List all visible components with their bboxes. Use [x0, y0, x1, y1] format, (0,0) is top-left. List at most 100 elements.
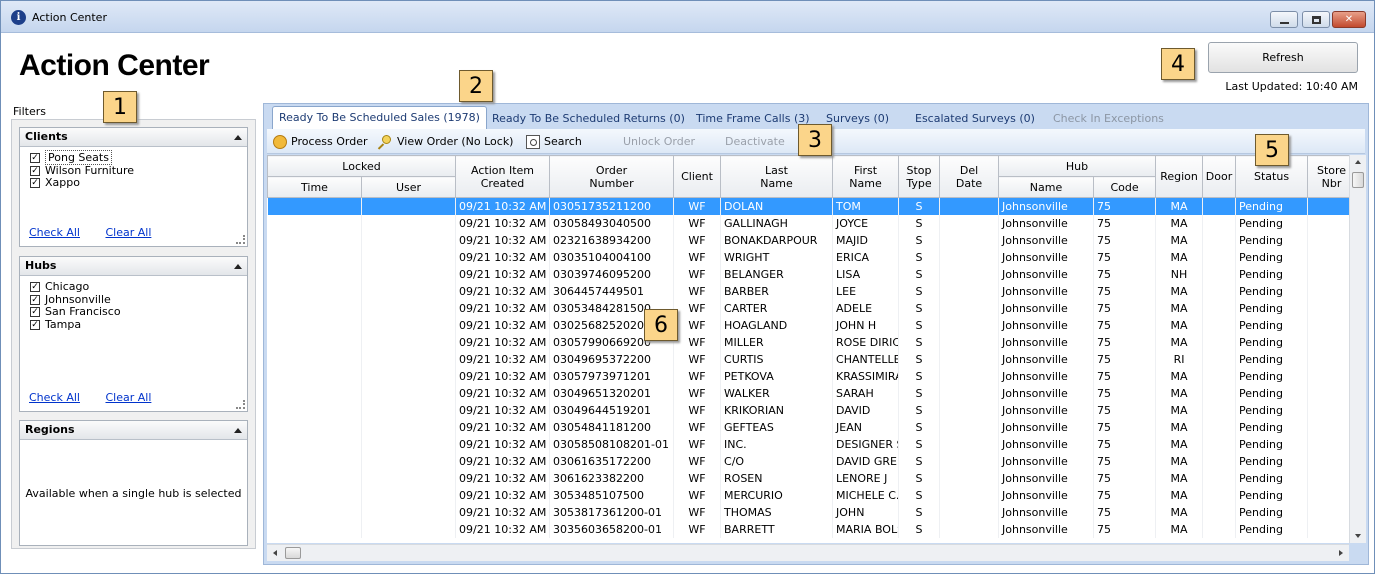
- table-row[interactable]: 09/21 10:32 AM 03049695372200 WF CURTIS CHAN…: [267, 350, 1349, 368]
- table-row[interactable]: 09/21 10:32 AM 03025682520201 WF HOAGLAND JO…: [267, 316, 1349, 334]
- checkbox-checked-icon[interactable]: ✓: [30, 319, 40, 330]
- view-order-button[interactable]: View Order (No Lock): [377, 135, 513, 150]
- close-button[interactable]: ✕: [1332, 11, 1366, 28]
- close-icon: ✕: [1344, 14, 1354, 25]
- resize-grip-icon[interactable]: [236, 235, 245, 244]
- region-column-header[interactable]: Region: [1155, 155, 1204, 198]
- title-bar[interactable]: i Action Center ✕: [1, 1, 1374, 33]
- table-row[interactable]: 09/21 10:32 AM 03053484281500 WF CARTER ADEL…: [267, 299, 1349, 317]
- table-cell: TOM: [832, 197, 900, 215]
- del-date-column-header[interactable]: Del Date: [939, 155, 1000, 198]
- table-row[interactable]: 09/21 10:32 AM 03061635172200 WF C/O DAVID G…: [267, 452, 1349, 470]
- table-cell: S: [898, 503, 941, 521]
- table-cell: S: [898, 316, 941, 334]
- table-row[interactable]: 09/21 10:32 AM 3061623382200 WF ROSEN LENORE…: [267, 469, 1349, 487]
- client-column-header[interactable]: Client: [673, 155, 722, 198]
- checkbox-checked-icon[interactable]: ✓: [30, 165, 40, 176]
- door-column-header[interactable]: Door: [1202, 155, 1237, 198]
- checkbox-checked-icon[interactable]: ✓: [30, 282, 40, 292]
- table-row[interactable]: 09/21 10:32 AM 03049651320201 WF WALKER SARA…: [267, 384, 1349, 402]
- first-name-column-header[interactable]: First Name: [832, 155, 900, 198]
- table-cell: BARBER: [720, 282, 834, 300]
- resize-grip-icon[interactable]: [236, 400, 245, 409]
- table-row[interactable]: 09/21 10:32 AM 3053485107500 WF MERCURIO MIC…: [267, 486, 1349, 504]
- table-row[interactable]: 09/21 10:32 AM 03057973971201 WF PETKOVA KRA…: [267, 367, 1349, 385]
- horizontal-scroll-thumb[interactable]: [285, 547, 301, 559]
- regions-header[interactable]: Regions: [20, 421, 247, 440]
- locked-user-column-header[interactable]: User: [360, 176, 457, 198]
- checkbox-checked-icon[interactable]: ✓: [30, 178, 40, 188]
- table-row[interactable]: 09/21 10:32 AM 03054841181200 WF GEFTEAS JEA…: [267, 418, 1349, 436]
- table-cell: [1307, 418, 1349, 436]
- table-cell: WF: [673, 214, 722, 232]
- tab-time-frame-calls[interactable]: Time Frame Calls (3): [690, 110, 816, 129]
- created-column-header[interactable]: Action Item Created: [455, 155, 551, 198]
- table-cell: S: [898, 520, 941, 538]
- hub-code-column-header[interactable]: Code: [1093, 176, 1157, 198]
- checkbox-checked-icon[interactable]: ✓: [30, 307, 40, 317]
- stop-type-column-header[interactable]: Stop Type: [898, 155, 941, 198]
- table-cell: NH: [1155, 265, 1204, 283]
- vertical-scroll-thumb[interactable]: [1352, 172, 1364, 188]
- hubs-clear-all-link[interactable]: Clear All: [105, 391, 151, 404]
- table-row[interactable]: 09/21 10:32 AM 03039746095200 WF BELANGER LI…: [267, 265, 1349, 283]
- last-name-column-header[interactable]: Last Name: [720, 155, 834, 198]
- scroll-right-icon[interactable]: [1339, 550, 1343, 556]
- tab-ready-sales[interactable]: Ready To Be Scheduled Sales (1978): [272, 106, 487, 130]
- order-number-column-header[interactable]: Order Number: [549, 155, 675, 198]
- table-cell: 75: [1093, 520, 1157, 538]
- process-order-button[interactable]: Process Order: [273, 135, 367, 149]
- hub-item-tampa[interactable]: ✓ Tampa: [30, 318, 247, 332]
- table-row[interactable]: 09/21 10:32 AM 3035603658200-01 WF BARRETT M…: [267, 520, 1349, 538]
- locked-group-header: Locked: [267, 155, 457, 177]
- table-cell: Pending: [1235, 316, 1309, 334]
- table-cell: S: [898, 214, 941, 232]
- table-cell: 75: [1093, 435, 1157, 453]
- table-cell: [1202, 435, 1237, 453]
- table-row[interactable]: 09/21 10:32 AM 02321638934200 WF BONAKDARPO…: [267, 231, 1349, 249]
- table-cell: Pending: [1235, 299, 1309, 317]
- hubs-header[interactable]: Hubs: [20, 257, 247, 276]
- table-cell: MA: [1155, 214, 1204, 232]
- checkbox-checked-icon[interactable]: ✓: [30, 153, 40, 163]
- table-cell: Pending: [1235, 350, 1309, 368]
- tab-ready-returns[interactable]: Ready To Be Scheduled Returns (0): [486, 110, 691, 129]
- table-cell: Johnsonville: [998, 452, 1095, 470]
- table-cell: [267, 265, 362, 283]
- clients-clear-all-link[interactable]: Clear All: [105, 226, 151, 239]
- scroll-up-icon[interactable]: [1355, 160, 1361, 164]
- horizontal-scrollbar[interactable]: [267, 544, 1349, 561]
- table-row[interactable]: 09/21 10:32 AM 03035104004100 WF WRIGHT ERIC…: [267, 248, 1349, 266]
- table-row[interactable]: 09/21 10:32 AM 03057990669200 WF MILLER ROSE…: [267, 333, 1349, 351]
- maximize-button[interactable]: [1302, 11, 1330, 28]
- hub-name-column-header[interactable]: Name: [998, 176, 1095, 198]
- minimize-button[interactable]: [1270, 11, 1298, 28]
- scroll-down-icon[interactable]: [1355, 534, 1361, 538]
- hubs-check-all-link[interactable]: Check All: [29, 391, 80, 404]
- clients-check-all-link[interactable]: Check All: [29, 226, 80, 239]
- client-item-xappo[interactable]: ✓ Xappo: [30, 176, 247, 190]
- window-title: Action Center: [32, 11, 107, 24]
- scroll-left-icon[interactable]: [273, 550, 277, 556]
- table-cell: CARTER: [720, 299, 834, 317]
- vertical-scrollbar[interactable]: [1349, 155, 1366, 543]
- table-row[interactable]: 09/21 10:32 AM 3064457449501 WF BARBER LEE S J…: [267, 282, 1349, 300]
- table-cell: [1307, 265, 1349, 283]
- table-row[interactable]: 09/21 10:32 AM 03049644519201 WF KRIKORIAN D…: [267, 401, 1349, 419]
- clients-header[interactable]: Clients: [20, 128, 247, 147]
- table-row[interactable]: 09/21 10:32 AM 03058493040500 WF GALLINAGH J…: [267, 214, 1349, 232]
- search-button[interactable]: Search: [526, 135, 582, 149]
- orders-grid[interactable]: Locked Action Item Created Order Number Cl…: [267, 155, 1349, 543]
- table-row[interactable]: 09/21 10:32 AM 3053817361200-01 WF THOMAS JO…: [267, 503, 1349, 521]
- table-row[interactable]: 09/21 10:32 AM 03051735211200 WF DOLAN TOM S J…: [267, 197, 1349, 215]
- checkbox-checked-icon[interactable]: ✓: [30, 294, 40, 305]
- refresh-button[interactable]: Refresh: [1208, 42, 1358, 73]
- table-row[interactable]: 09/21 10:32 AM 03058508108201-01 WF INC. DES…: [267, 435, 1349, 453]
- collapse-up-icon[interactable]: [234, 428, 242, 433]
- table-cell: MERCURIO: [720, 486, 834, 504]
- collapse-up-icon[interactable]: [234, 264, 242, 269]
- locked-time-column-header[interactable]: Time: [267, 176, 362, 198]
- tab-escalated-surveys[interactable]: Escalated Surveys (0): [909, 110, 1041, 129]
- store-nbr-column-header[interactable]: Store Nbr: [1307, 155, 1349, 198]
- collapse-up-icon[interactable]: [234, 135, 242, 140]
